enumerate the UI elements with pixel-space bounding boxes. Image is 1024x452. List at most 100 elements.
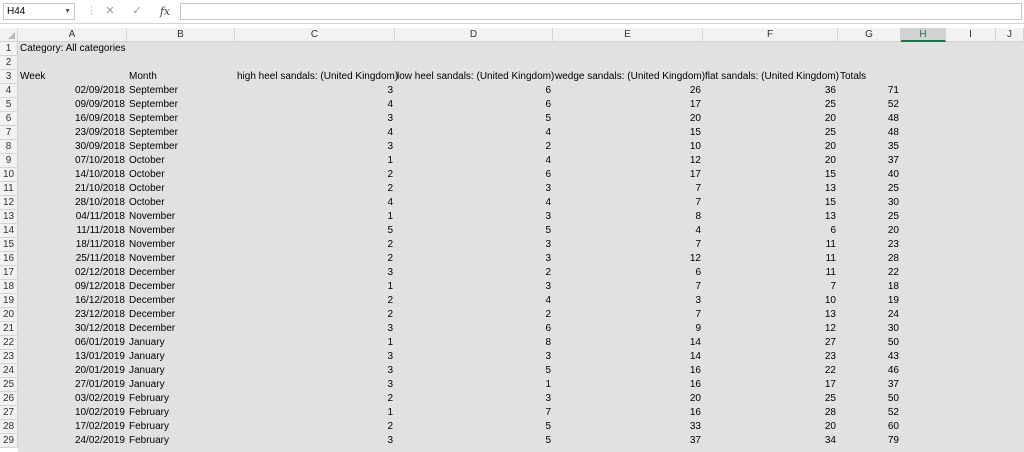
cell[interactable]: 2	[235, 238, 395, 252]
cell[interactable]: high heel sandals: (United Kingdom)	[235, 70, 398, 84]
cell[interactable]: 24/02/2019	[18, 434, 127, 448]
cell[interactable]: 9	[553, 322, 703, 336]
column-header-c[interactable]: C	[235, 28, 395, 42]
cell[interactable]: low heel sandals: (United Kingdom)	[395, 70, 554, 84]
cell[interactable]: 15	[703, 196, 838, 210]
row-header[interactable]: 18	[0, 280, 18, 294]
row-header[interactable]: 10	[0, 168, 18, 182]
cell[interactable]: 2	[235, 308, 395, 322]
cell[interactable]: 2	[395, 140, 553, 154]
cell[interactable]: 25	[838, 210, 901, 224]
row-header[interactable]: 23	[0, 350, 18, 364]
column-header-i[interactable]: I	[946, 28, 996, 42]
cell[interactable]: wedge sandals: (United Kingdom)	[553, 70, 705, 84]
cell[interactable]: 24	[838, 308, 901, 322]
cell[interactable]: 11	[703, 238, 838, 252]
cell[interactable]: 11/11/2018	[18, 224, 127, 238]
cell[interactable]: December	[127, 322, 235, 336]
cell[interactable]: 2	[235, 252, 395, 266]
cell[interactable]: 5	[395, 364, 553, 378]
cell[interactable]: 52	[838, 406, 901, 420]
cell[interactable]: 79	[838, 434, 901, 448]
cell[interactable]: October	[127, 182, 235, 196]
row-header[interactable]: 27	[0, 406, 18, 420]
cell[interactable]: 1	[235, 280, 395, 294]
row-header[interactable]: 6	[0, 112, 18, 126]
cell[interactable]: 06/01/2019	[18, 336, 127, 350]
cell[interactable]: 36	[703, 84, 838, 98]
cell[interactable]: 30/09/2018	[18, 140, 127, 154]
cell[interactable]: 7	[553, 308, 703, 322]
cell[interactable]: 5	[395, 224, 553, 238]
cell[interactable]: 04/11/2018	[18, 210, 127, 224]
cell[interactable]: 37	[553, 434, 703, 448]
cell[interactable]: 7	[553, 280, 703, 294]
row-header[interactable]: 28	[0, 420, 18, 434]
cell[interactable]: 26	[553, 84, 703, 98]
cell[interactable]: October	[127, 196, 235, 210]
cell[interactable]: 6	[395, 98, 553, 112]
row-header[interactable]: 12	[0, 196, 18, 210]
cell[interactable]: Week	[18, 70, 127, 84]
cell[interactable]: 20	[838, 224, 901, 238]
cell[interactable]: 3	[235, 322, 395, 336]
cell[interactable]: 25	[703, 98, 838, 112]
row-header[interactable]: 16	[0, 252, 18, 266]
row-header[interactable]: 7	[0, 126, 18, 140]
cell[interactable]: 16/12/2018	[18, 294, 127, 308]
cell[interactable]: December	[127, 294, 235, 308]
cell[interactable]: 25	[703, 392, 838, 406]
cell[interactable]: 43	[838, 350, 901, 364]
cell[interactable]: 16	[553, 378, 703, 392]
cell[interactable]: 2	[235, 420, 395, 434]
row-header[interactable]: 2	[0, 56, 18, 70]
cell[interactable]: January	[127, 336, 235, 350]
cell[interactable]: 3	[235, 266, 395, 280]
cell[interactable]: 09/09/2018	[18, 98, 127, 112]
cell[interactable]: October	[127, 168, 235, 182]
cell[interactable]: 28/10/2018	[18, 196, 127, 210]
cell[interactable]: 03/02/2019	[18, 392, 127, 406]
cell[interactable]: 3	[235, 140, 395, 154]
row-header[interactable]: 14	[0, 224, 18, 238]
row-header[interactable]: 25	[0, 378, 18, 392]
row-header[interactable]: 11	[0, 182, 18, 196]
cell[interactable]: 5	[235, 224, 395, 238]
cell[interactable]: 4	[395, 126, 553, 140]
cell[interactable]: flat sandals: (United Kingdom)	[703, 70, 839, 84]
cell[interactable]: 23/12/2018	[18, 308, 127, 322]
cell[interactable]: 4	[553, 224, 703, 238]
cell[interactable]: 16/09/2018	[18, 112, 127, 126]
insert-function-icon[interactable]: fx	[157, 3, 173, 20]
cell[interactable]: 6	[395, 322, 553, 336]
row-header[interactable]: 15	[0, 238, 18, 252]
cell[interactable]: 21/10/2018	[18, 182, 127, 196]
cell[interactable]: October	[127, 154, 235, 168]
cell[interactable]: 19	[838, 294, 901, 308]
cell[interactable]: 5	[395, 420, 553, 434]
column-header-g[interactable]: G	[838, 28, 901, 42]
cell[interactable]: 18	[838, 280, 901, 294]
column-header-j[interactable]: J	[996, 28, 1024, 42]
cell[interactable]: 20	[703, 112, 838, 126]
column-header-h[interactable]: H	[901, 28, 946, 42]
cell[interactable]: 22	[838, 266, 901, 280]
cell[interactable]: February	[127, 434, 235, 448]
cell[interactable]: September	[127, 84, 235, 98]
row-header[interactable]: 8	[0, 140, 18, 154]
cell[interactable]: 4	[395, 196, 553, 210]
cell[interactable]: February	[127, 392, 235, 406]
cell[interactable]: 17	[553, 168, 703, 182]
row-header[interactable]: 20	[0, 308, 18, 322]
cell[interactable]: 50	[838, 336, 901, 350]
cell[interactable]: 3	[235, 364, 395, 378]
cell[interactable]: 7	[553, 182, 703, 196]
cell[interactable]: 25	[838, 182, 901, 196]
cell[interactable]: 7	[395, 406, 553, 420]
cell[interactable]: 3	[395, 392, 553, 406]
cell[interactable]: 16	[553, 364, 703, 378]
cell[interactable]: 3	[395, 182, 553, 196]
cell[interactable]: 34	[703, 434, 838, 448]
cell[interactable]: 2	[395, 266, 553, 280]
cell[interactable]: Totals	[838, 70, 901, 84]
